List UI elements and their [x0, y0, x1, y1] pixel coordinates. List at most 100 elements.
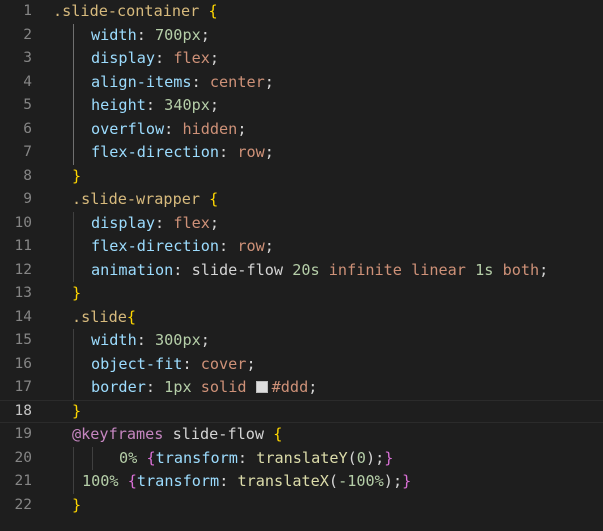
- code-text: .slide-container {: [53, 0, 218, 24]
- code-editor[interactable]: 1 .slide-container {2 width: 700px; 3 displa…: [0, 0, 603, 531]
- line-number: 8: [23, 167, 32, 184]
- code-token-brace: }: [72, 495, 82, 514]
- line-number: 3: [23, 50, 32, 66]
- code-text: 100% {transform: translateX(-100%);}: [82, 470, 411, 494]
- code-line[interactable]: 21 100% {transform: translateX(-100%);}: [0, 470, 603, 494]
- line-number: 22: [14, 496, 32, 513]
- code-text: width: 700px;: [91, 24, 210, 48]
- code-token-prop: transform: [136, 472, 220, 490]
- code-token-plain: slide-flow: [191, 260, 284, 279]
- code-token-plain: :: [155, 49, 174, 67]
- code-line[interactable]: 18}: [0, 399, 603, 423]
- code-text: @keyframes slide-flow {: [72, 423, 282, 447]
- code-line[interactable]: 3 display: flex;: [0, 47, 603, 71]
- code-token-plain: ;: [264, 237, 274, 255]
- code-token-val: center: [209, 72, 265, 91]
- code-token-brace: {: [208, 2, 218, 20]
- indent-guide: [73, 376, 74, 400]
- line-number: 19: [14, 426, 32, 442]
- code-token-num: 1s: [475, 260, 494, 279]
- code-token-plain: ;: [200, 331, 210, 349]
- code-line[interactable]: 15 width: 300px;: [0, 329, 603, 353]
- code-line[interactable]: 17 border: 1px solid #ddd;: [0, 376, 603, 400]
- code-token-brace2: {: [127, 472, 137, 490]
- indent-guide: [92, 446, 93, 470]
- code-token-plain: ;: [308, 378, 318, 396]
- code-token-prop: flex-direction: [91, 237, 220, 255]
- indent-guide: [73, 141, 74, 165]
- code-token-val: flex: [173, 213, 210, 232]
- code-token-prop: object-fit: [91, 354, 183, 373]
- code-token-val: solid: [200, 378, 247, 396]
- code-line[interactable]: 19 @keyframes slide-flow {: [0, 423, 603, 447]
- code-line[interactable]: 2 width: 700px;: [0, 23, 603, 48]
- code-token-num: 340px: [164, 96, 210, 114]
- indent-guide: [73, 117, 74, 141]
- code-token-num: 0: [356, 448, 366, 467]
- code-token-plain: :: [145, 378, 165, 396]
- code-line[interactable]: 7 flex-direction: row;: [0, 141, 603, 165]
- indent-guide: [73, 470, 74, 494]
- code-line[interactable]: 16 object-fit: cover;: [0, 352, 603, 376]
- code-line[interactable]: 1 .slide-container {: [0, 0, 603, 24]
- code-line[interactable]: 14 .slide{: [0, 306, 603, 330]
- code-text: }: [72, 282, 81, 306]
- code-line[interactable]: 12 animation: slide-flow 20s infinite lin…: [0, 258, 603, 282]
- code-line[interactable]: 8}: [0, 165, 603, 189]
- code-token-num: 100%: [82, 472, 119, 490]
- line-number: 12: [14, 261, 32, 278]
- code-token-plain: :: [237, 448, 257, 467]
- code-token-plain: :: [182, 354, 201, 373]
- code-token-prop: transform: [155, 448, 238, 467]
- code-text: flex-direction: row;: [91, 235, 274, 259]
- code-token-plain: :: [219, 237, 238, 255]
- indent-guide: [73, 258, 74, 282]
- line-number: 21: [14, 473, 32, 489]
- code-token-plain: ;: [209, 213, 220, 232]
- code-line[interactable]: 4 align-items: center;: [0, 70, 603, 94]
- code-line[interactable]: 6 overflow: hidden;: [0, 117, 603, 141]
- code-token-plain: ;: [264, 143, 274, 161]
- code-token-brace: {: [273, 425, 283, 443]
- line-number: 14: [14, 308, 32, 325]
- code-text: border: 1px solid #ddd;: [91, 376, 317, 400]
- code-text: display: flex;: [91, 47, 219, 71]
- code-token-plain: :: [155, 213, 174, 232]
- line-number: 16: [14, 355, 32, 372]
- line-number: 9: [23, 191, 32, 207]
- code-line[interactable]: 9 .slide-wrapper {: [0, 188, 603, 212]
- code-token-prop: overflow: [91, 119, 165, 138]
- code-token-plain: ;: [209, 96, 220, 114]
- indent-guide: [73, 329, 74, 353]
- code-line[interactable]: 13}: [0, 282, 603, 306]
- code-line[interactable]: 11 flex-direction: row;: [0, 235, 603, 259]
- line-number: 13: [14, 285, 32, 301]
- indent-guide: [73, 211, 74, 235]
- code-token-plain: );: [365, 448, 385, 467]
- code-token-plain: );: [383, 472, 403, 490]
- code-line[interactable]: 20 0% {transform: translateY(0);}: [0, 446, 603, 470]
- code-token-sel: .slide-wrapper: [72, 190, 201, 208]
- code-text: }: [72, 494, 81, 518]
- code-token-num: 300px: [155, 331, 201, 349]
- indent-guide: [73, 352, 74, 376]
- color-swatch-icon[interactable]: [255, 381, 268, 393]
- code-token-prop: display: [91, 49, 156, 67]
- line-number: 20: [14, 449, 32, 466]
- code-line[interactable]: 5 height: 340px;: [0, 94, 603, 118]
- code-token-brace: }: [72, 166, 82, 185]
- code-token-num: 700px: [155, 25, 201, 44]
- code-token-plain: :: [164, 119, 183, 138]
- code-token-val: both: [502, 260, 540, 279]
- code-line[interactable]: 22}: [0, 494, 603, 518]
- line-number: 17: [14, 379, 32, 395]
- code-token-prop: border: [91, 378, 146, 396]
- code-token-plain: :: [173, 260, 192, 279]
- code-line[interactable]: 10 display: flex;: [0, 211, 603, 235]
